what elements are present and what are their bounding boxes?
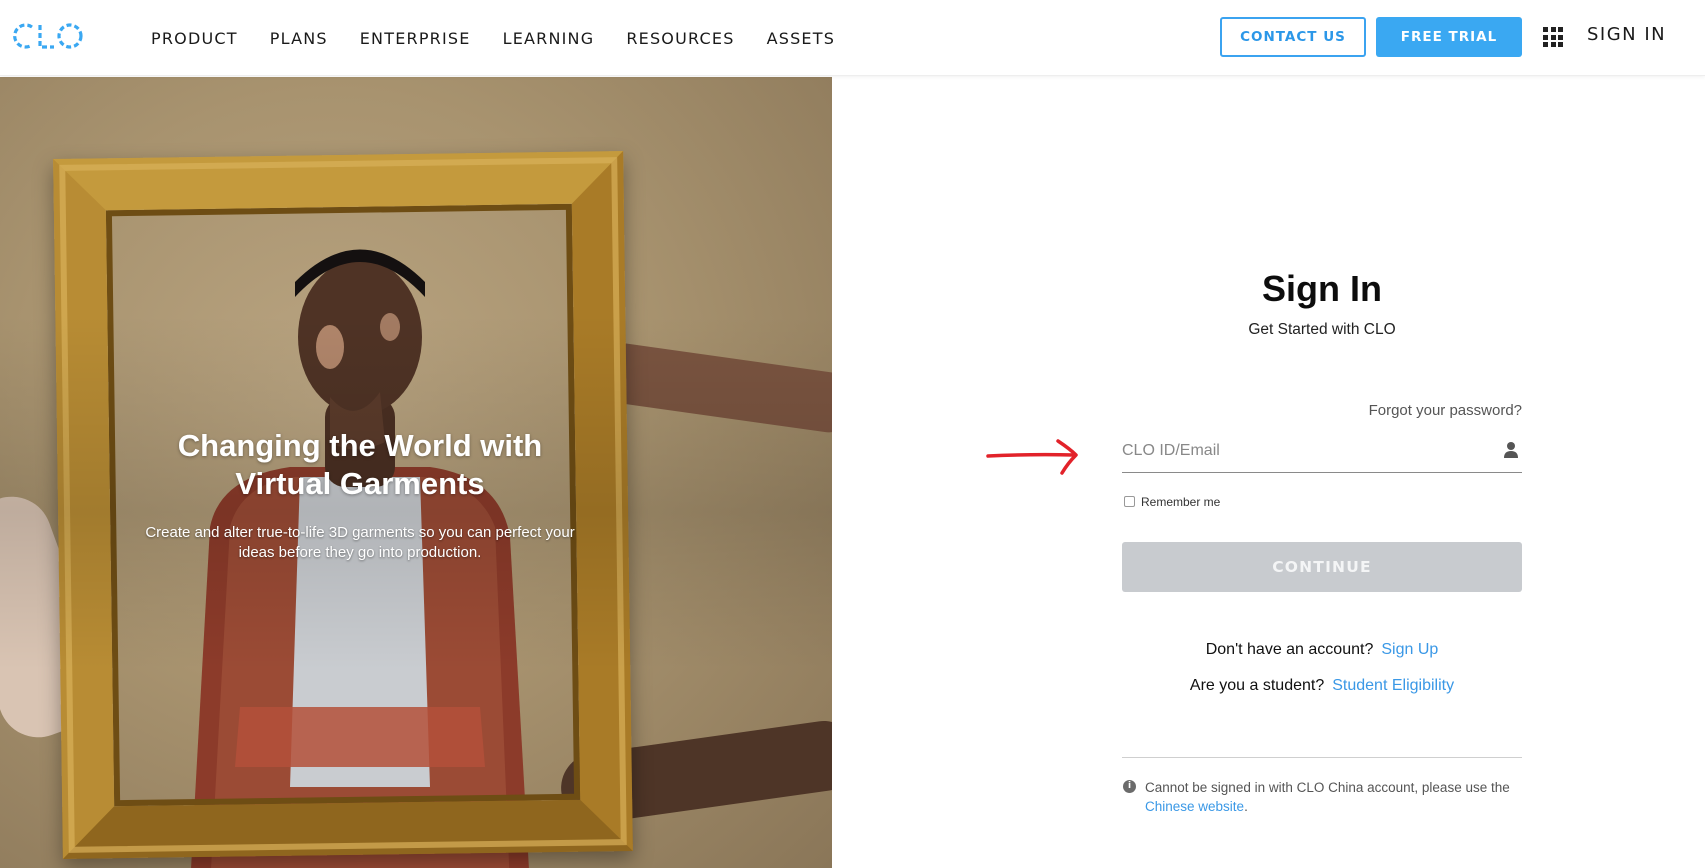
nav-plans[interactable]: PLANS [270, 29, 328, 48]
hero-title: Changing the World with Virtual Garments [120, 427, 600, 503]
contact-us-button[interactable]: CONTACT US [1220, 17, 1366, 57]
page-title: Sign In [1262, 268, 1382, 309]
site-header: PRODUCT PLANS ENTERPRISE LEARNING RESOUR… [0, 0, 1705, 76]
hero-title-line-2: Virtual Garments [235, 466, 485, 501]
page-subtitle: Get Started with CLO [1248, 321, 1396, 338]
signup-row: Don't have an account? Sign Up [1122, 641, 1522, 659]
info-icon: i [1123, 780, 1136, 793]
student-prompt: Are you a student? [1189, 677, 1325, 694]
header-sign-in-link[interactable]: SIGN IN [1587, 24, 1666, 45]
hero-subtitle-line-2: ideas before they go into production. [238, 544, 482, 561]
student-eligibility-link[interactable]: Student Eligibility [1332, 677, 1454, 694]
note-text: Cannot be signed in with CLO China accou… [1145, 780, 1510, 795]
main-nav: PRODUCT PLANS ENTERPRISE LEARNING RESOUR… [151, 0, 867, 76]
hero-subtitle: Create and alter true-to-life 3D garment… [130, 523, 590, 563]
person-icon [1504, 442, 1518, 458]
nav-assets[interactable]: ASSETS [767, 29, 836, 48]
continue-button[interactable]: CONTINUE [1122, 542, 1522, 592]
china-account-note: Cannot be signed in with CLO China accou… [1145, 778, 1525, 816]
grid-icon[interactable] [1543, 27, 1563, 47]
remember-me-checkbox[interactable] [1124, 496, 1135, 507]
remember-me-label: Remember me [1141, 495, 1221, 509]
hero-image: Changing the World with Virtual Garments… [0, 77, 832, 868]
sign-up-link[interactable]: Sign Up [1381, 641, 1438, 658]
note-end: . [1244, 799, 1248, 814]
forgot-password-link[interactable]: Forgot your password? [1300, 402, 1522, 419]
nav-enterprise[interactable]: ENTERPRISE [360, 29, 471, 48]
hero-title-line-1: Changing the World with [177, 428, 543, 463]
nav-learning[interactable]: LEARNING [503, 29, 595, 48]
free-trial-button[interactable]: FREE TRIAL [1376, 17, 1522, 57]
student-row: Are you a student? Student Eligibility [1122, 677, 1522, 695]
chinese-website-link[interactable]: Chinese website [1145, 799, 1244, 814]
email-field[interactable] [1122, 430, 1522, 473]
red-arrow-icon [986, 439, 1078, 475]
nav-resources[interactable]: RESOURCES [626, 29, 734, 48]
divider [1122, 757, 1522, 758]
signup-prompt: Don't have an account? [1205, 641, 1374, 658]
hero-subtitle-line-1: Create and alter true-to-life 3D garment… [145, 524, 575, 541]
clo-logo[interactable] [10, 20, 84, 52]
nav-product[interactable]: PRODUCT [151, 29, 238, 48]
